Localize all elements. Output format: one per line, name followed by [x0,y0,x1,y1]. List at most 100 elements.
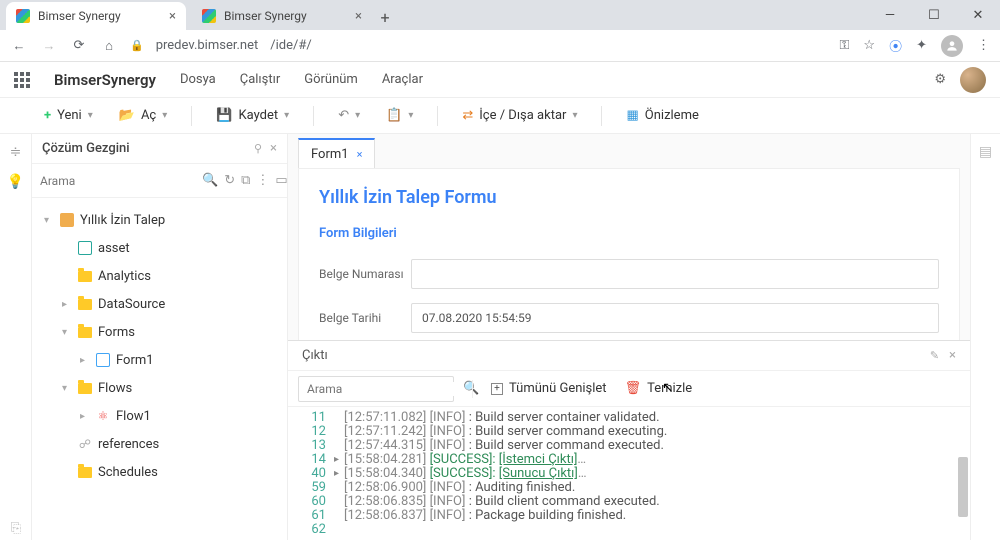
folder-icon [78,271,92,282]
clear-button[interactable]: 🗑Temizle [625,381,693,396]
tree-label: Yıllık İzin Talep [80,213,165,228]
browser-tab-inactive[interactable]: Bimser Synergy × [192,2,372,30]
clipboard-button[interactable]: 📋▾ [378,104,421,127]
references-icon: ☍ [78,437,92,451]
output-body[interactable]: 11[12:57:11.082] [INFO] : Build server c… [288,407,970,540]
profile-icon[interactable] [941,35,963,57]
line-content: [12:58:06.837] [INFO] : Package building… [344,509,626,523]
translate-icon[interactable]: ⦿ [889,36,902,55]
window-minimize-icon[interactable]: — [868,0,912,30]
line-content: [15:58:04.281] [SUCCESS]: [İstemci Çıktı… [344,453,586,467]
pin-icon[interactable]: ⚲ [254,142,262,155]
save-button[interactable]: 💾Kaydet▾ [208,104,297,127]
key-icon[interactable]: ⚿ [840,38,850,53]
more-icon[interactable]: ⋮ [256,173,269,188]
copy-icon[interactable]: ⧉ [241,173,250,188]
window-maximize-icon[interactable]: ☐ [912,0,956,30]
browser-tab-active[interactable]: Bimser Synergy × [6,2,186,30]
new-tab-button[interactable]: + [372,4,398,30]
tree-flows[interactable]: ▾Flows [32,374,287,402]
favicon-icon [202,9,216,23]
line-content: [12:58:06.900] [INFO] : Auditing finishe… [344,481,575,495]
tree-flow1[interactable]: ▸⚛Flow1 [32,402,287,430]
fold-icon[interactable]: ▸ [334,453,344,467]
open-button[interactable]: 📂Aç▾ [111,104,176,127]
tree-label: asset [98,241,130,256]
rail-bottom-icon[interactable]: ⎘ [11,521,21,536]
close-icon[interactable]: × [270,141,277,156]
rail-tune-icon[interactable]: ≑ [10,144,22,160]
app-toolbar: +Yeni▾ 📂Aç▾ 💾Kaydet▾ ↶▾ 📋▾ ⇄İçe / Dışa a… [0,98,1000,134]
tree-project[interactable]: ▾Yıllık İzin Talep [32,206,287,234]
lock-icon[interactable]: 🔒 [130,39,144,52]
document-tab-form1[interactable]: Form1 × [298,138,375,168]
output-scrollbar[interactable] [958,407,968,540]
url-host[interactable]: predev.bimser.net [156,38,259,53]
tab-close-icon[interactable]: × [357,148,363,161]
clipboard-icon: 📋 [386,108,402,123]
preview-button[interactable]: ▦Önizleme [618,104,706,127]
new-label: Yeni [57,108,82,123]
tree-analytics[interactable]: Analytics [32,262,287,290]
asset-icon [78,241,92,255]
expand-all-button[interactable]: +Tümünü Genişlet [491,381,607,396]
pin-icon[interactable]: ✎ [930,349,939,362]
home-icon[interactable]: ⌂ [100,38,118,54]
tab-close-icon[interactable]: × [169,9,176,24]
output-line: 13[12:57:44.315] [INFO] : Build server c… [288,439,970,453]
separator [472,380,473,398]
menu-icon[interactable]: ⋮ [977,38,990,53]
doc-no-input[interactable] [411,259,939,289]
tree-forms[interactable]: ▾Forms [32,318,287,346]
tree-datasource[interactable]: ▸DataSource [32,290,287,318]
tree-asset[interactable]: asset [32,234,287,262]
menu-run[interactable]: Çalıştır [240,72,281,87]
menu-view[interactable]: Görünüm [304,72,358,87]
new-button[interactable]: +Yeni▾ [36,104,101,127]
line-content: [12:57:44.315] [INFO] : Build server com… [344,439,664,453]
rail-right-icon[interactable]: ▤ [979,144,992,160]
undo-button[interactable]: ↶▾ [330,104,368,127]
apps-grid-icon[interactable] [14,72,30,88]
tree-form1[interactable]: ▸Form1 [32,346,287,374]
fold-icon[interactable]: ▸ [334,467,344,481]
import-export-button[interactable]: ⇄İçe / Dışa aktar▾ [454,104,585,127]
line-number: 62 [298,523,326,537]
tree-label: Flows [98,381,132,396]
close-icon[interactable]: × [949,348,956,363]
undo-icon: ↶ [338,108,349,123]
doc-date-input[interactable] [411,303,939,333]
chevron-right-icon: ▸ [80,355,90,366]
extensions-icon[interactable]: ✦ [916,38,927,53]
menu-tools[interactable]: Araçlar [382,72,423,87]
star-icon[interactable]: ☆ [863,38,875,53]
rail-bulb-icon[interactable]: 💡 [7,174,24,190]
brand-label[interactable]: BimserSynergy [54,71,156,89]
transfer-icon: ⇄ [462,108,473,123]
tree-label: DataSource [98,297,165,312]
refresh-icon[interactable]: ↻ [224,173,235,188]
tree-label: Schedules [98,465,158,480]
tree-references[interactable]: ☍references [32,430,287,458]
chevron-down-icon: ▾ [408,110,413,121]
menu-file[interactable]: Dosya [180,72,216,87]
form-title: Yıllık İzin Talep Formu [319,187,939,208]
user-avatar[interactable] [960,67,986,93]
separator [313,106,314,126]
reload-icon[interactable]: ⟳ [70,38,88,53]
tab-close-icon[interactable]: × [355,9,362,24]
output-search-input[interactable] [307,382,463,396]
line-number: 60 [298,495,326,509]
tree-schedules[interactable]: Schedules [32,458,287,486]
url-path[interactable]: /ide/#/ [270,38,311,53]
search-icon[interactable]: 🔍 [202,173,218,188]
folder-icon [78,383,92,394]
panel-icon[interactable]: ▭ [275,173,287,188]
back-icon[interactable]: ← [10,38,28,54]
line-number: 14 [298,453,326,467]
form-section-title: Form Bilgileri [319,226,939,241]
explorer-search-input[interactable] [40,174,196,188]
chevron-down-icon: ▾ [88,110,93,121]
window-close-icon[interactable]: ✕ [956,0,1000,30]
settings-icon[interactable]: ⚙ [934,72,946,87]
